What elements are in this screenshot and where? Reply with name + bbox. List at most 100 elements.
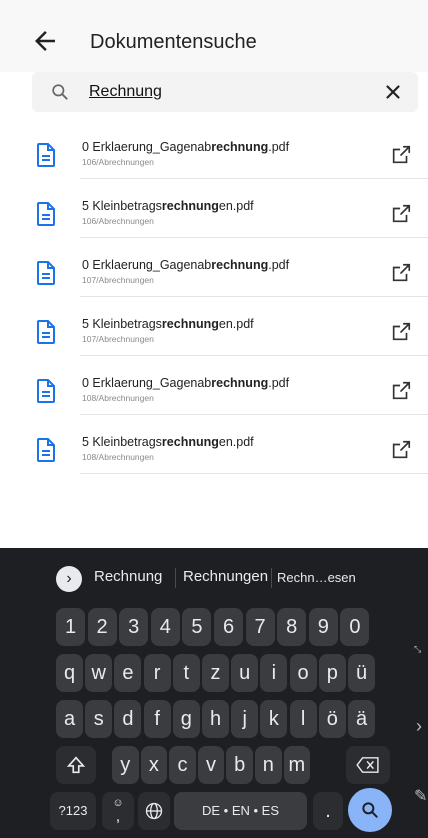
list-item[interactable]: 5 Kleinbetragsrechnungen.pdf 106/Abrechnu… [0, 179, 428, 238]
key-p[interactable]: p [318, 654, 346, 692]
comma-label: , [115, 808, 121, 825]
key-9[interactable]: 9 [308, 608, 338, 646]
list-item[interactable]: 0 Erklaerung_Gagenabrechnung.pdf 106/Abre… [0, 120, 428, 179]
key-x[interactable]: x [140, 746, 168, 784]
page-title: Dokumentensuche [90, 31, 257, 53]
list-item[interactable]: 0 Erklaerung_Gagenabrechnung.pdf 108/Abre… [0, 356, 428, 415]
suggestion-3[interactable]: Rechn…esen [277, 570, 356, 585]
open-external-icon[interactable] [390, 203, 412, 225]
suggestion-divider [175, 568, 176, 588]
app-header: Dokumentensuche [0, 0, 428, 72]
key-n[interactable]: n [255, 746, 282, 784]
key-g[interactable]: g [172, 700, 200, 738]
key-3[interactable]: 3 [119, 608, 149, 646]
key-1[interactable]: 1 [56, 608, 85, 646]
arrow-back-icon[interactable] [30, 26, 60, 56]
shift-key[interactable] [56, 746, 96, 784]
key-ä[interactable]: ä [348, 700, 375, 738]
key-8[interactable]: 8 [277, 608, 307, 646]
file-path: 108/Abrechnungen [82, 452, 154, 462]
open-external-icon[interactable] [390, 262, 412, 284]
key-ü[interactable]: ü [348, 654, 375, 692]
list-item[interactable]: 0 Erklaerung_Gagenabrechnung.pdf 107/Abre… [0, 238, 428, 297]
key-h[interactable]: h [202, 700, 229, 738]
divider [80, 473, 428, 474]
close-icon[interactable] [382, 81, 404, 103]
space-key[interactable]: DE • EN • ES [174, 792, 307, 830]
key-u[interactable]: u [231, 654, 259, 692]
list-item[interactable]: 5 Kleinbetragsrechnungen.pdf 108/Abrechnu… [0, 415, 428, 474]
period-key[interactable]: . [313, 792, 343, 830]
search-bar [32, 72, 418, 112]
shift-icon [66, 756, 86, 774]
document-icon [36, 143, 56, 167]
key-j[interactable]: j [231, 700, 259, 738]
file-name-suffix: .pdf [268, 376, 290, 390]
list-item[interactable]: 5 Kleinbetragsrechnungen.pdf 107/Abrechnu… [0, 297, 428, 356]
key-2[interactable]: 2 [87, 608, 117, 646]
collapse-icon[interactable]: ⤡ [414, 644, 421, 655]
search-icon [52, 84, 68, 100]
file-name: 0 Erklaerung_Gagenabrechnung.pdf [82, 140, 289, 154]
key-b[interactable]: b [226, 746, 253, 784]
key-z[interactable]: z [202, 654, 229, 692]
file-path: 107/Abrechnungen [82, 275, 154, 285]
key-w[interactable]: w [85, 654, 113, 692]
key-s[interactable]: s [85, 700, 113, 738]
file-name-match: rechnung [211, 258, 269, 272]
search-enter-key[interactable] [348, 788, 392, 832]
file-name-prefix: 0 Erklaerung_Gagenab [82, 258, 212, 272]
open-external-icon[interactable] [390, 439, 412, 461]
key-0[interactable]: 0 [340, 608, 370, 646]
open-external-icon[interactable] [390, 380, 412, 402]
key-6[interactable]: 6 [214, 608, 243, 646]
file-name-prefix: 0 Erklaerung_Gagenab [82, 376, 212, 390]
key-c[interactable]: c [169, 746, 196, 784]
file-name: 5 Kleinbetragsrechnungen.pdf [82, 317, 254, 331]
key-a[interactable]: a [56, 700, 83, 738]
backspace-key[interactable] [346, 746, 390, 784]
symbols-key[interactable]: ?123 [50, 792, 96, 830]
edit-icon[interactable]: ✎ [414, 786, 427, 806]
key-4[interactable]: 4 [150, 608, 180, 646]
file-name-suffix: en.pdf [218, 435, 254, 449]
backspace-icon [356, 757, 379, 773]
on-screen-keyboard: › Rechnung Rechnungen Rechn…esen 1234567… [0, 548, 428, 838]
suggestion-2[interactable]: Rechnungen [183, 568, 268, 585]
key-k[interactable]: k [260, 700, 288, 738]
file-name-suffix: en.pdf [218, 199, 254, 213]
key-ö[interactable]: ö [318, 700, 346, 738]
suggestion-expand-icon[interactable]: › [56, 566, 82, 592]
document-icon [36, 379, 56, 403]
file-name-suffix: .pdf [268, 140, 290, 154]
key-t[interactable]: t [172, 654, 200, 692]
key-y[interactable]: y [112, 746, 139, 784]
chevron-right-icon[interactable]: › [416, 716, 422, 737]
file-name-match: rechnung [161, 435, 219, 449]
document-icon [36, 438, 56, 462]
file-name-suffix: .pdf [268, 258, 290, 272]
key-m[interactable]: m [283, 746, 311, 784]
file-name-prefix: 5 Kleinbetrags [82, 317, 162, 331]
file-name-suffix: en.pdf [218, 317, 254, 331]
open-external-icon[interactable] [390, 321, 412, 343]
key-i[interactable]: i [260, 654, 288, 692]
suggestion-1[interactable]: Rechnung [94, 568, 162, 585]
suggestion-divider [271, 568, 272, 588]
file-name: 5 Kleinbetragsrechnungen.pdf [82, 435, 254, 449]
key-f[interactable]: f [143, 700, 171, 738]
key-o[interactable]: o [289, 654, 317, 692]
key-r[interactable]: r [143, 654, 171, 692]
key-l[interactable]: l [289, 700, 317, 738]
document-icon [36, 202, 56, 226]
emoji-comma-key[interactable]: ☺, [102, 792, 134, 830]
key-5[interactable]: 5 [182, 608, 212, 646]
key-d[interactable]: d [114, 700, 142, 738]
search-input[interactable] [89, 80, 369, 104]
key-e[interactable]: e [114, 654, 142, 692]
key-q[interactable]: q [56, 654, 83, 692]
language-key[interactable] [138, 792, 170, 830]
key-7[interactable]: 7 [245, 608, 275, 646]
open-external-icon[interactable] [390, 144, 412, 166]
key-v[interactable]: v [197, 746, 225, 784]
